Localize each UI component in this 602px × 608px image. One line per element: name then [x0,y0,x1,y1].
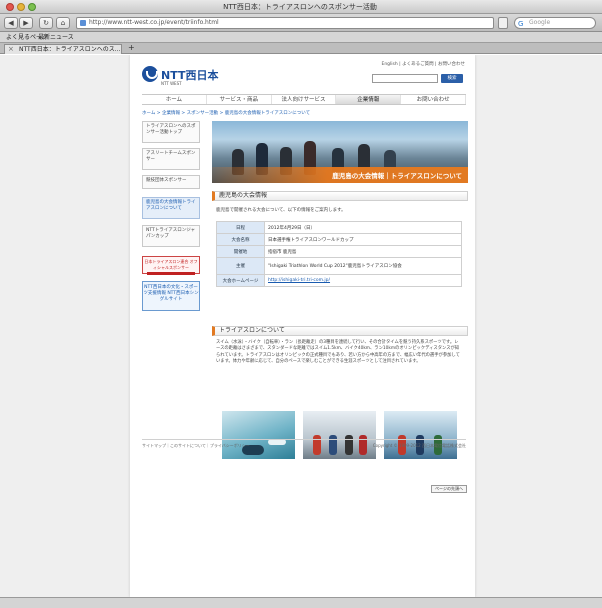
logo-subtext: NTT WEST [161,81,182,86]
run-photo [384,411,457,459]
hero-caption: 鹿児島の大会情報｜トライアスロンについて [332,172,462,180]
tab-bar: × NTT西日本：トライアスロンへのス... + [0,43,602,54]
browser-toolbar: ◀ ▶ ↻ ⌂ http://www.ntt-west.co.jp/event/… [0,14,602,32]
event-homepage-link[interactable]: http://ishigaki-tri.tri-com.jp/ [268,278,330,283]
reload-icon: ↻ [43,19,49,27]
reload-button[interactable]: ↻ [39,17,53,29]
ntt-logo-mark-icon [142,66,158,82]
event-lead-text: 鹿児島で開催される大会について、以下の情報をご案内します。 [216,208,346,213]
gnav-contact[interactable]: お問い合わせ [401,95,466,104]
bookmark-item[interactable]: 最新ニュース [38,32,74,43]
page-viewport: NTT西日本 NTT WEST English | よくあるご質問 | お問い合… [0,55,602,597]
tab-label: NTT西日本：トライアスロンへのス... [19,46,121,53]
site-search-input[interactable] [372,74,438,83]
global-navigation: ホーム サービス・商品 法人向けサービス 企業情報 お問い合わせ [142,94,466,105]
gnav-services[interactable]: サービス・商品 [207,95,272,104]
gnav-home[interactable]: ホーム [142,95,207,104]
bike-photo [303,411,376,459]
row-key: 開催地 [216,245,265,258]
row-key: 大会ホームページ [216,274,265,287]
browser-search-field[interactable]: G Google [514,17,596,29]
banner-stripe [147,272,195,275]
copyright-text: Copyright © 1999-2012 西日本電信電話株式会社 [372,443,466,448]
row-value: 日本選手権トライアスロンワールドカップ [264,233,462,246]
breadcrumb[interactable]: ホーム > 企業情報 > スポンサー活動 > 鹿児島の大会情報トライアスロンにつ… [142,110,310,116]
hero-image: 鹿児島の大会情報｜トライアスロンについて [212,121,468,183]
footer-links[interactable]: サイトマップ｜このサイトについて｜プライバシーポリシー [142,443,250,449]
back-arrow-icon: ◀ [8,19,14,27]
minimize-window-button[interactable] [17,3,25,11]
window-titlebar: NTT西日本：トライアスロンへのスポンサー活動 [0,0,602,14]
close-tab-icon[interactable]: × [8,45,14,54]
table-row: 主催 "Ishigaki Triathlon World Cup 2012"鹿児… [216,257,462,275]
zoom-window-button[interactable] [28,3,36,11]
sidebar-item-organization[interactable]: 競技団体スポンサー [142,175,200,189]
section-heading-triathlon: トライアスロンについて [212,326,468,336]
home-button[interactable]: ⌂ [56,17,70,29]
ntt-west-logo[interactable]: NTT西日本 NTT WEST [142,65,232,87]
utility-links[interactable]: English | よくあるご質問 | お問い合わせ [381,61,465,67]
search-icon: G [518,20,524,28]
event-info-table: 日程 2012年4月29日（日） 大会名称 日本選手権トライアスロンワールドカッ… [216,221,462,287]
triathlon-description: スイム（水泳）・バイク（自転車）・ラン（長距離走）の3種目を連続して行い、その合… [216,340,460,365]
new-tab-button[interactable]: + [128,43,135,53]
table-row: 大会ホームページ http://ishigaki-tri.tri-com.jp/ [216,274,462,287]
site-favicon-icon [80,20,86,26]
table-row: 日程 2012年4月29日（日） [216,221,462,234]
table-row: 開催地 指宿市 鹿児島 [216,245,462,258]
back-to-top-button[interactable]: ページの先頭へ [431,485,467,493]
bookmarks-bar: よく見るページ 最新ニュース [0,32,602,43]
home-icon: ⌂ [60,19,66,27]
web-page: NTT西日本 NTT WEST English | よくあるご質問 | お問い合… [130,55,475,597]
back-button[interactable]: ◀ [4,17,18,29]
row-key: 主催 [216,257,265,275]
photo-gallery [212,411,468,459]
row-value: 2012年4月29日（日） [264,221,462,234]
window-title: NTT西日本：トライアスロンへのスポンサー活動 [223,3,377,11]
gnav-business[interactable]: 法人向けサービス [272,95,337,104]
sidebar-item-kagoshima[interactable]: 鹿児島の大会情報トライアスロンについて [142,197,200,219]
address-url: http://www.ntt-west.co.jp/event/triinfo.… [89,19,219,26]
row-value: "Ishigaki Triathlon World Cup 2012"鹿児島トラ… [264,257,462,275]
sidebar-item-sponsor-top[interactable]: トライアスロンへのスポンサー活動トップ [142,121,200,143]
row-value: 指宿市 鹿児島 [264,245,462,258]
row-key: 日程 [216,221,265,234]
status-bar [0,597,602,608]
page-footer: サイトマップ｜このサイトについて｜プライバシーポリシー Copyright © … [142,439,466,451]
jtu-sponsor-banner[interactable]: 日本トライアスロン連合 オフィシャルスポンサー [142,256,200,275]
jtu-banner-text: 日本トライアスロン連合 オフィシャルスポンサー [144,259,198,270]
forward-arrow-icon: ▶ [23,19,29,27]
sidebar-item-athlete[interactable]: アスリートチームスポンサー [142,148,200,170]
gnav-corporate[interactable]: 企業情報 [336,95,402,104]
address-bar[interactable]: http://www.ntt-west.co.jp/event/triinfo.… [76,17,494,29]
swim-photo [222,411,295,459]
section-heading-event: 鹿児島の大会情報 [212,191,468,201]
close-window-button[interactable] [6,3,14,11]
culture-sports-banner[interactable]: NTT西日本の文化・スポーツ支援情報 NTT西日本シングルサイト [142,281,200,311]
forward-button[interactable]: ▶ [19,17,33,29]
site-search-button[interactable]: 検索 [441,74,463,83]
row-key: 大会名称 [216,233,265,246]
browser-search-placeholder: Google [529,19,551,26]
sidebar-item-japan-cup[interactable]: NTTトライアスロンジャパンカップ [142,225,200,247]
browser-tab[interactable]: × NTT西日本：トライアスロンへのス... [4,44,122,54]
rss-button[interactable] [498,17,508,29]
table-row: 大会名称 日本選手権トライアスロンワールドカップ [216,233,462,246]
